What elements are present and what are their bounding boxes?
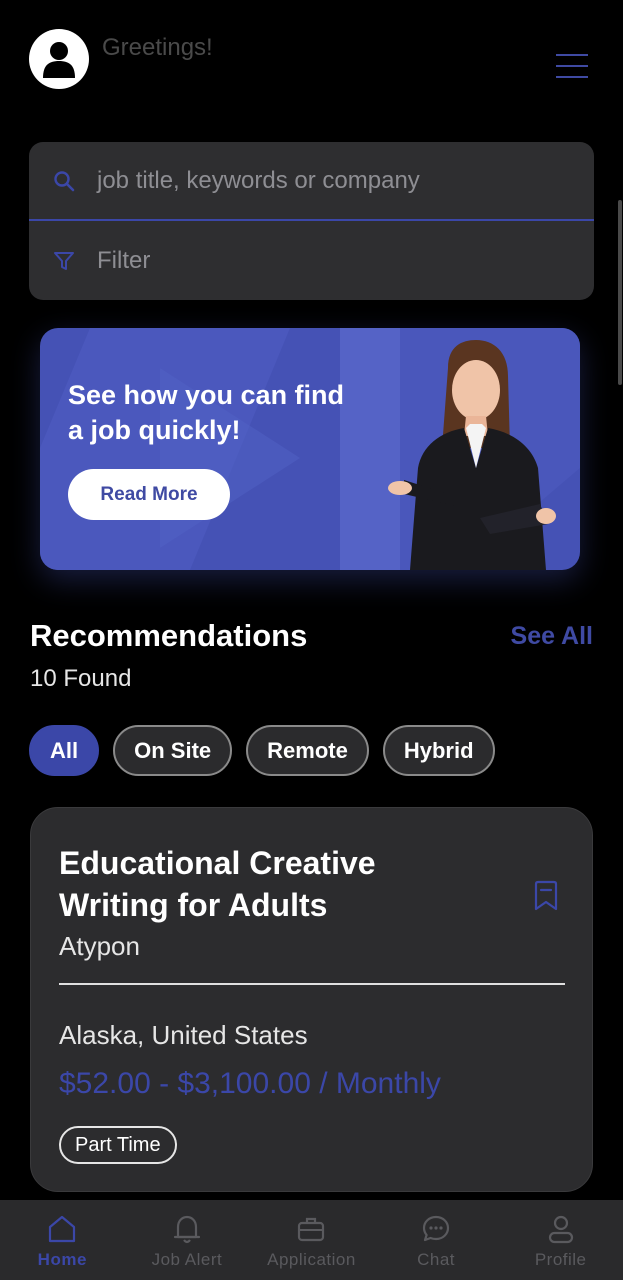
nav-chat[interactable]: Chat xyxy=(374,1200,499,1280)
bell-icon xyxy=(170,1212,204,1246)
divider xyxy=(59,983,565,985)
menu-icon-line xyxy=(556,65,588,67)
banner-title: See how you can find a job quickly! xyxy=(68,380,345,445)
nav-job-alert[interactable]: Job Alert xyxy=(125,1200,250,1280)
read-more-button[interactable]: Read More xyxy=(68,469,230,520)
bookmark-icon[interactable] xyxy=(531,880,561,912)
menu-icon-line xyxy=(556,54,588,56)
nav-profile-label: Profile xyxy=(534,1250,587,1269)
chip-on-site[interactable]: On Site xyxy=(113,725,233,776)
chat-icon xyxy=(419,1212,453,1246)
nav-home[interactable]: Home xyxy=(0,1200,125,1280)
job-salary: $52.00 - $3,100.00 / Monthly xyxy=(59,1067,441,1100)
nav-application[interactable]: Application xyxy=(249,1200,374,1280)
nav-profile[interactable]: Profile xyxy=(498,1200,623,1280)
recommendations-title: Recommendations xyxy=(30,618,308,653)
chip-remote[interactable]: Remote xyxy=(246,725,369,776)
nav-chat-label: Chat xyxy=(417,1250,456,1269)
scrollbar-thumb[interactable] xyxy=(618,200,622,385)
work-type-filter-chips: All On Site Remote Hybrid xyxy=(29,725,495,776)
chip-hybrid[interactable]: Hybrid xyxy=(382,725,495,776)
filter-label: Filter xyxy=(97,247,151,274)
nav-home-label: Home xyxy=(37,1250,87,1269)
user-icon xyxy=(544,1212,578,1246)
company-name: Atypon xyxy=(59,931,140,961)
bottom-navigation: Home Job Alert Application Chat Profile xyxy=(0,1200,623,1280)
nav-application-label: Application xyxy=(267,1250,356,1269)
menu-icon-line xyxy=(556,76,588,78)
results-count: 10 Found xyxy=(30,665,132,692)
filter-icon xyxy=(51,248,77,274)
search-input[interactable]: job title, keywords or company xyxy=(29,142,594,221)
job-location: Alaska, United States xyxy=(59,1020,308,1050)
filter-button[interactable]: Filter xyxy=(29,222,594,300)
see-all-link[interactable]: See All xyxy=(511,622,593,651)
greeting-text: Greetings! xyxy=(102,34,213,61)
briefcase-icon xyxy=(294,1212,328,1246)
avatar[interactable] xyxy=(29,29,89,89)
search-panel: job title, keywords or company Filter xyxy=(29,142,594,300)
chip-all[interactable]: All xyxy=(29,725,100,776)
home-icon xyxy=(45,1212,79,1246)
user-avatar-icon xyxy=(43,42,75,78)
businesswoman-image xyxy=(388,340,556,570)
menu-button[interactable] xyxy=(554,50,590,82)
search-placeholder: job title, keywords or company xyxy=(97,166,420,194)
promo-banner[interactable]: See how you can find a job quickly! Read… xyxy=(40,328,580,570)
search-icon xyxy=(51,168,77,194)
job-title: Educational Creative Writing for Adults xyxy=(59,845,376,923)
job-card[interactable]: Educational Creative Writing for Adults … xyxy=(30,807,593,1192)
job-type-badge: Part Time xyxy=(59,1126,177,1164)
nav-job-alert-label: Job Alert xyxy=(151,1250,223,1269)
